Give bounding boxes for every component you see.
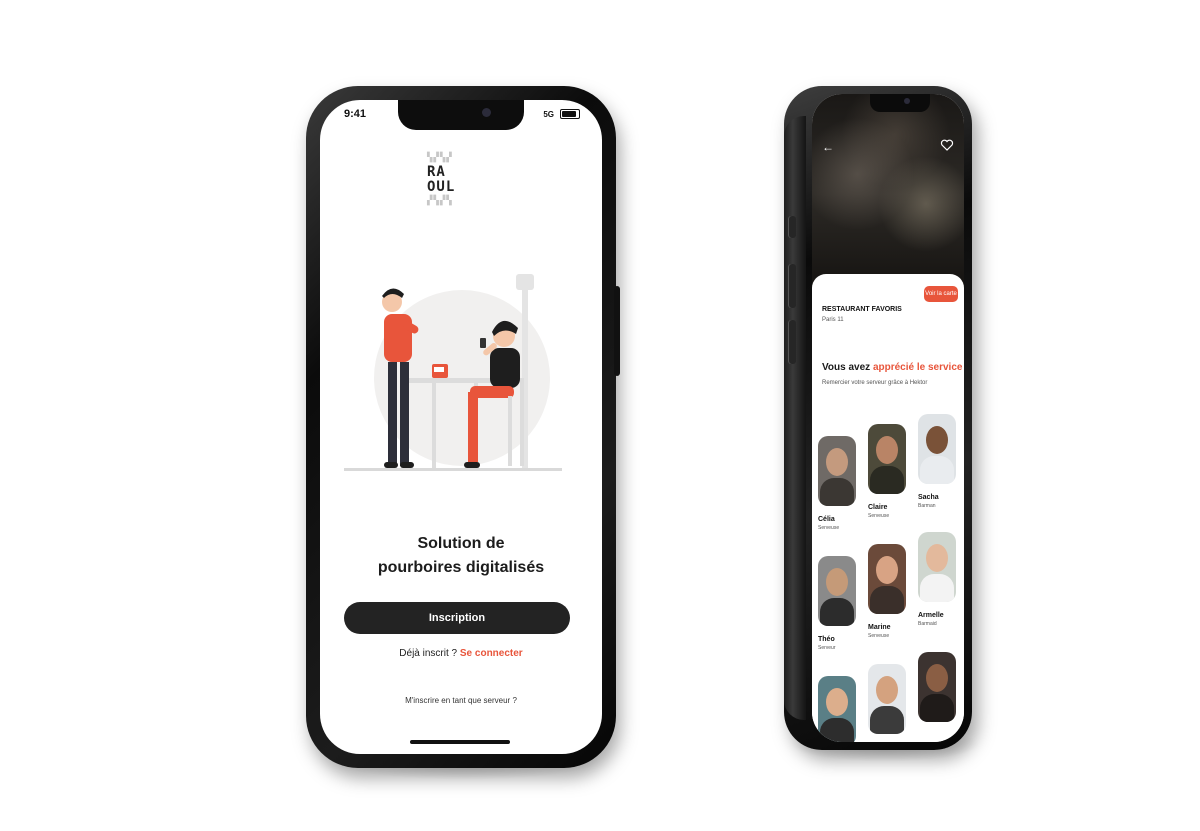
logo-text-line2: OUL: [427, 179, 456, 195]
volume-up-button: [788, 264, 796, 308]
notch: [870, 94, 930, 112]
staff-name: Théo: [818, 636, 835, 643]
home-indicator: [410, 740, 510, 744]
staff-card-claire[interactable]: Claire Serveuse: [868, 424, 908, 519]
volume-down-button: [788, 320, 796, 364]
staff-role: Serveuse: [818, 525, 840, 531]
staff-photo: [818, 436, 856, 506]
staff-card[interactable]: [918, 652, 958, 732]
question-prefix: Vous avez: [822, 362, 871, 373]
staff-card-celia[interactable]: Célia Serveuse: [818, 436, 858, 531]
staff-photo: [818, 556, 856, 626]
staff-photo: [868, 544, 906, 614]
camera-icon: [482, 108, 491, 117]
status-time: 9:41: [344, 108, 367, 120]
staff-photo: [818, 676, 856, 742]
logo-text-line1: RA: [427, 164, 446, 180]
signup-screen: 9:41 5G ▚▞▚▞ RA OUL ▞▚▞▚ Solution de pou…: [320, 100, 602, 754]
service-subtitle: Remercier votre serveur grâce à Hektor: [822, 380, 928, 386]
restaurant-name: RESTAURANT FAVORIS: [822, 306, 902, 313]
staff-card[interactable]: [818, 676, 858, 742]
restaurant-location: Paris 11: [822, 317, 844, 323]
staff-role: Serveuse: [868, 633, 890, 639]
signup-button[interactable]: Inscription: [344, 602, 570, 634]
phone-right: ← Voir la carte RESTAURANT FAVORIS Paris…: [784, 86, 972, 750]
headline: Solution de pourboires digitalisés: [320, 532, 602, 580]
heart-icon[interactable]: [940, 138, 954, 152]
status-indicators: 5G: [543, 109, 580, 119]
network-label: 5G: [543, 109, 554, 119]
phone-left: 9:41 5G ▚▞▚▞ RA OUL ▞▚▞▚ Solution de pou…: [306, 86, 620, 768]
staff-role: Serveuse: [868, 513, 890, 519]
logo-pattern-bottom: ▞▚▞▚: [427, 196, 453, 206]
login-link[interactable]: Se connecter: [460, 648, 523, 659]
staff-card-theo[interactable]: Théo Serveur: [818, 556, 858, 651]
back-arrow-icon[interactable]: ←: [822, 140, 836, 154]
staff-name: Sacha: [918, 494, 939, 501]
staff-role: Barmaid: [918, 621, 937, 627]
staff-name: Marine: [868, 624, 891, 631]
staff-name: Célia: [818, 516, 835, 523]
battery-icon: [560, 109, 580, 119]
staff-name: Claire: [868, 504, 888, 511]
raoul-logo: ▚▞▚▞ RA OUL ▞▚▞▚: [427, 154, 475, 208]
staff-card-armelle[interactable]: Armelle Barmaid: [918, 532, 958, 627]
camera-icon: [904, 98, 910, 104]
service-question: Vous avez apprécié le service ?: [822, 362, 964, 373]
logo-pattern-top: ▚▞▚▞: [427, 153, 453, 163]
staff-card-marine[interactable]: Marine Serveuse: [868, 544, 908, 639]
staff-photo: [918, 532, 956, 602]
staff-role: Serveur: [818, 645, 836, 651]
restaurant-photo: [812, 94, 964, 294]
side-button: [614, 286, 620, 376]
phone-side-edge: [784, 116, 806, 720]
staff-role: Barman: [918, 503, 936, 509]
notch: [398, 100, 524, 130]
restaurant-screen: ← Voir la carte RESTAURANT FAVORIS Paris…: [812, 94, 964, 742]
server-signup-link[interactable]: M'inscrire en tant que serveur ?: [320, 696, 602, 705]
staff-card[interactable]: [868, 664, 908, 742]
restaurant-card: Voir la carte RESTAURANT FAVORIS Paris 1…: [812, 274, 964, 742]
see-map-button[interactable]: Voir la carte: [924, 286, 958, 302]
headline-line1: Solution de: [417, 535, 505, 552]
staff-photo: [868, 664, 906, 734]
waiter-customer-illustration: [344, 274, 562, 471]
login-line: Déjà inscrit ? Se connecter: [320, 648, 602, 659]
mute-switch: [788, 216, 796, 238]
staff-name: Armelle: [918, 612, 944, 619]
headline-line2: pourboires digitalisés: [377, 559, 545, 576]
staff-photo: [868, 424, 906, 494]
staff-photo: [918, 652, 956, 722]
staff-card-sacha[interactable]: Sacha Barman: [918, 414, 958, 509]
staff-photo: [918, 414, 956, 484]
login-prompt: Déjà inscrit ?: [399, 648, 458, 659]
question-highlight: apprécié le service: [872, 362, 963, 373]
